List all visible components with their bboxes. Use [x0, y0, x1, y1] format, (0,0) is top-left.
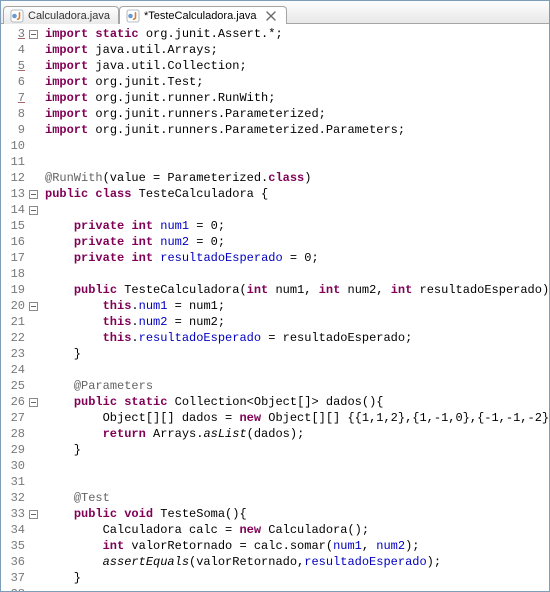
- editor-tab[interactable]: Calculadora.java: [3, 6, 119, 24]
- code-line[interactable]: this.num2 = num2;: [45, 314, 549, 330]
- code-line[interactable]: private int num1 = 0;: [45, 218, 549, 234]
- line-number: 33: [1, 506, 25, 522]
- line-number: 36: [1, 554, 25, 570]
- line-number: 35: [1, 538, 25, 554]
- line-number: 11: [1, 154, 25, 170]
- line-number: 22: [1, 330, 25, 346]
- line-number: 4: [1, 42, 25, 58]
- editor-tab[interactable]: *TesteCalculadora.java: [119, 6, 288, 24]
- line-number: 3: [1, 26, 25, 42]
- code-line[interactable]: import static org.junit.Assert.*;: [45, 26, 549, 42]
- editor-window: Calculadora.java *TesteCalculadora.java 3…: [0, 0, 550, 592]
- line-number: 38: [1, 586, 25, 591]
- line-number: 21: [1, 314, 25, 330]
- code-line[interactable]: Calculadora calc = new Calculadora();: [45, 522, 549, 538]
- line-number: 24: [1, 362, 25, 378]
- fold-gutter: [27, 24, 39, 591]
- code-line[interactable]: return Arrays.asList(dados);: [45, 426, 549, 442]
- code-line[interactable]: [45, 138, 549, 154]
- fold-toggle-icon[interactable]: [29, 302, 38, 311]
- line-number: 25: [1, 378, 25, 394]
- code-line[interactable]: assertEquals(valorRetornado,resultadoEsp…: [45, 554, 549, 570]
- line-number: 16: [1, 234, 25, 250]
- line-number: 8: [1, 106, 25, 122]
- code-line[interactable]: @RunWith(value = Parameterized.class): [45, 170, 549, 186]
- line-number: 27: [1, 410, 25, 426]
- line-number: 26: [1, 394, 25, 410]
- line-number: 20: [1, 298, 25, 314]
- line-number: 6: [1, 74, 25, 90]
- code-line[interactable]: }: [45, 570, 549, 586]
- code-line[interactable]: import java.util.Arrays;: [45, 42, 549, 58]
- line-number: 34: [1, 522, 25, 538]
- tab-bar: Calculadora.java *TesteCalculadora.java: [1, 1, 549, 24]
- code-line[interactable]: private int num2 = 0;: [45, 234, 549, 250]
- code-line[interactable]: import java.util.Collection;: [45, 58, 549, 74]
- code-line[interactable]: import org.junit.Test;: [45, 74, 549, 90]
- code-line[interactable]: import org.junit.runner.RunWith;: [45, 90, 549, 106]
- code-line[interactable]: public static Collection<Object[]> dados…: [45, 394, 549, 410]
- line-number: 15: [1, 218, 25, 234]
- code-line[interactable]: @Parameters: [45, 378, 549, 394]
- line-number: 29: [1, 442, 25, 458]
- code-line[interactable]: [45, 154, 549, 170]
- line-number: 18: [1, 266, 25, 282]
- code-line[interactable]: this.num1 = num1;: [45, 298, 549, 314]
- code-line[interactable]: }: [45, 442, 549, 458]
- line-number: 32: [1, 490, 25, 506]
- code-line[interactable]: }: [45, 346, 549, 362]
- line-number: 12: [1, 170, 25, 186]
- code-area[interactable]: import static org.junit.Assert.*;import …: [39, 24, 549, 591]
- line-number: 19: [1, 282, 25, 298]
- code-line[interactable]: [45, 458, 549, 474]
- fold-toggle-icon[interactable]: [29, 510, 38, 519]
- fold-toggle-icon[interactable]: [29, 206, 38, 215]
- fold-toggle-icon[interactable]: [29, 398, 38, 407]
- code-line[interactable]: [45, 266, 549, 282]
- line-number: 13: [1, 186, 25, 202]
- tab-label: *TesteCalculadora.java: [144, 10, 257, 22]
- fold-toggle-icon[interactable]: [29, 190, 38, 199]
- code-editor[interactable]: 3456789101112131415161718192021222324252…: [1, 24, 549, 591]
- java-file-icon: [126, 9, 140, 23]
- line-number: 37: [1, 570, 25, 586]
- tab-label: Calculadora.java: [28, 10, 110, 22]
- code-line[interactable]: [45, 586, 549, 591]
- code-line[interactable]: public class TesteCalculadora {: [45, 186, 549, 202]
- code-line[interactable]: public void TesteSoma(){: [45, 506, 549, 522]
- line-number: 31: [1, 474, 25, 490]
- code-line[interactable]: [45, 362, 549, 378]
- code-line[interactable]: Object[][] dados = new Object[][] {{1,1,…: [45, 410, 549, 426]
- line-number: 23: [1, 346, 25, 362]
- line-number: 14: [1, 202, 25, 218]
- line-number: 10: [1, 138, 25, 154]
- code-line[interactable]: @Test: [45, 490, 549, 506]
- code-line[interactable]: public TesteCalculadora(int num1, int nu…: [45, 282, 549, 298]
- close-icon[interactable]: [264, 9, 278, 23]
- line-number-gutter: 3456789101112131415161718192021222324252…: [1, 24, 27, 591]
- code-line[interactable]: this.resultadoEsperado = resultadoEspera…: [45, 330, 549, 346]
- line-number: 30: [1, 458, 25, 474]
- code-line[interactable]: [45, 202, 549, 218]
- line-number: 17: [1, 250, 25, 266]
- fold-toggle-icon[interactable]: [29, 30, 38, 39]
- code-line[interactable]: [45, 474, 549, 490]
- line-number: 7: [1, 90, 25, 106]
- code-line[interactable]: private int resultadoEsperado = 0;: [45, 250, 549, 266]
- java-file-icon: [10, 9, 24, 23]
- line-number: 28: [1, 426, 25, 442]
- code-line[interactable]: import org.junit.runners.Parameterized;: [45, 106, 549, 122]
- line-number: 5: [1, 58, 25, 74]
- code-line[interactable]: int valorRetornado = calc.somar(num1, nu…: [45, 538, 549, 554]
- code-line[interactable]: import org.junit.runners.Parameterized.P…: [45, 122, 549, 138]
- line-number: 9: [1, 122, 25, 138]
